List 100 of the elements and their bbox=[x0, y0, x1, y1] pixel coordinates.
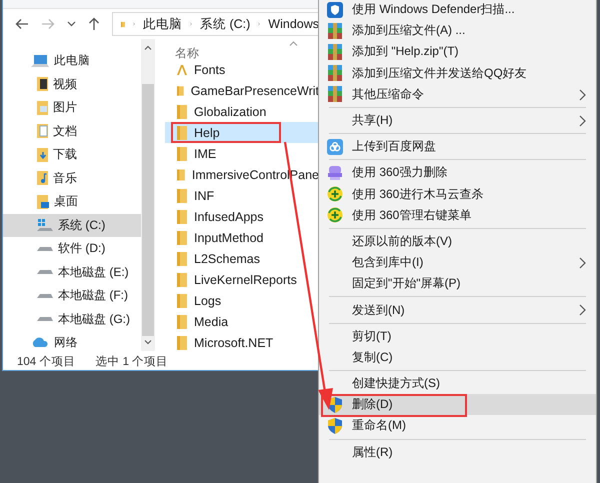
menu-item[interactable]: 使用 Windows Defender扫描... bbox=[319, 0, 596, 20]
menu-item[interactable]: 其他压缩命令 bbox=[319, 84, 596, 105]
nav-item[interactable]: 本地磁盘 (E:) bbox=[3, 260, 141, 284]
menu-item[interactable]: 添加到 "Help.zip"(T) bbox=[319, 41, 596, 63]
menu-item[interactable]: 属性(R) bbox=[319, 442, 596, 463]
menu-item[interactable]: 发送到(N) bbox=[319, 299, 596, 321]
network-icon bbox=[31, 337, 49, 348]
nav-item[interactable]: 软件 (D:) bbox=[3, 237, 141, 260]
scroll-up-icon[interactable] bbox=[144, 45, 152, 50]
chevron-right-icon bbox=[579, 257, 586, 270]
file-item[interactable]: Media bbox=[165, 311, 319, 332]
file-item[interactable]: Globalization bbox=[165, 101, 319, 122]
chevron-right-icon bbox=[258, 20, 260, 28]
nav-item[interactable]: 下载 bbox=[3, 143, 141, 166]
file-item[interactable]: GameBarPresenceWrit bbox=[165, 80, 319, 101]
picture-folder-icon bbox=[37, 100, 48, 115]
menu-item[interactable]: 包含到库中(I) bbox=[319, 252, 596, 274]
drive-icon bbox=[37, 292, 53, 299]
folder-icon bbox=[177, 126, 187, 140]
chevron-right-icon bbox=[579, 114, 586, 127]
folder-icon bbox=[177, 294, 187, 308]
chevron-right-icon bbox=[579, 304, 586, 316]
shield-icon bbox=[327, 2, 343, 18]
menu-item[interactable]: 上传到百度网盘 bbox=[319, 136, 596, 158]
file-item[interactable]: IME bbox=[165, 143, 319, 164]
menu-item[interactable]: 使用 360管理右键菜单 bbox=[319, 204, 596, 226]
breadcrumb-item[interactable]: Windows bbox=[268, 17, 319, 31]
up-arrow-icon[interactable] bbox=[88, 17, 100, 31]
menu-item[interactable]: 添加到压缩文件并发送给QQ好友 bbox=[319, 62, 596, 84]
scrollbar[interactable] bbox=[141, 39, 155, 351]
nav-item[interactable]: 本地磁盘 (G:) bbox=[3, 308, 141, 331]
chevron-right-icon bbox=[132, 20, 135, 28]
desktop-folder-icon bbox=[37, 194, 49, 209]
menu-item[interactable]: 删除(D) bbox=[319, 394, 596, 416]
file-item[interactable]: INF bbox=[165, 185, 319, 206]
scroll-down-icon[interactable] bbox=[144, 340, 152, 345]
back-arrow-icon[interactable] bbox=[15, 18, 29, 30]
nav-item[interactable]: 此电脑 bbox=[3, 49, 141, 72]
nav-item[interactable]: 系统 (C:) bbox=[3, 214, 141, 237]
sort-caret-icon bbox=[289, 41, 298, 46]
menu-item[interactable]: 复制(C) bbox=[319, 346, 596, 368]
music-folder-icon bbox=[37, 171, 48, 186]
file-item[interactable]: Microsoft.NET bbox=[165, 332, 319, 351]
menu-item[interactable]: 共享(H) bbox=[319, 110, 596, 132]
folder-icon bbox=[177, 210, 187, 224]
menu-item[interactable]: 创建快捷方式(S) bbox=[319, 373, 596, 394]
menu-item[interactable]: 使用 360进行木马云查杀 bbox=[319, 184, 596, 205]
cloud-icon bbox=[327, 138, 343, 155]
menu-item[interactable]: 添加到压缩文件(A) ... bbox=[319, 20, 596, 42]
folder-icon bbox=[177, 168, 185, 182]
plus-circle-icon bbox=[327, 207, 343, 224]
address-bar[interactable]: 此电脑 系统 (C:) Windows bbox=[112, 12, 319, 36]
drive-icon bbox=[37, 269, 53, 276]
nav-item[interactable]: 音乐 bbox=[3, 166, 141, 190]
font-icon bbox=[177, 64, 187, 74]
file-item[interactable]: InputMethod bbox=[165, 227, 319, 248]
download-folder-icon bbox=[37, 148, 48, 162]
folder-icon bbox=[177, 272, 187, 286]
folder-icon bbox=[177, 336, 187, 350]
nav-item[interactable]: 桌面 bbox=[3, 190, 141, 214]
nav-item[interactable]: 网络 bbox=[3, 331, 141, 351]
folder-icon bbox=[177, 84, 184, 98]
chevron-down-icon[interactable] bbox=[67, 21, 76, 27]
drive-icon bbox=[37, 316, 53, 322]
system-drive-icon bbox=[37, 218, 53, 232]
breadcrumb-item[interactable]: 系统 (C:) bbox=[200, 16, 250, 32]
archive-icon bbox=[328, 86, 342, 102]
file-item[interactable]: LiveKernelReports bbox=[165, 269, 319, 290]
drive-icon bbox=[37, 246, 53, 252]
nav-item[interactable]: 文档 bbox=[3, 120, 141, 143]
archive-icon bbox=[328, 65, 342, 82]
document-folder-icon bbox=[37, 124, 48, 138]
computer-icon bbox=[31, 54, 49, 68]
nav-item[interactable]: 本地磁盘 (F:) bbox=[3, 284, 141, 308]
folder-icon bbox=[177, 188, 187, 202]
chevron-right-icon bbox=[190, 20, 192, 28]
menu-item[interactable]: 重命名(M) bbox=[319, 415, 596, 437]
status-text: 104 个项目 bbox=[17, 354, 76, 368]
shield-icon bbox=[328, 418, 342, 434]
nav-item[interactable]: 图片 bbox=[3, 96, 141, 120]
folder-icon bbox=[177, 104, 187, 118]
shredder-icon bbox=[327, 164, 343, 181]
file-item[interactable]: L2Schemas bbox=[165, 248, 319, 269]
folder-icon bbox=[177, 146, 187, 160]
folder-icon bbox=[177, 252, 187, 266]
file-item[interactable]: InfusedApps bbox=[165, 206, 319, 227]
nav-item[interactable]: 视频 bbox=[3, 72, 141, 96]
file-item[interactable]: Help bbox=[165, 122, 319, 143]
menu-item[interactable]: 使用 360强力删除 bbox=[319, 162, 596, 184]
chevron-right-icon bbox=[579, 88, 586, 101]
archive-icon bbox=[328, 22, 342, 39]
menu-item[interactable]: 剪切(T) bbox=[319, 326, 596, 347]
folder-icon bbox=[177, 314, 187, 328]
folder-icon bbox=[177, 230, 187, 244]
breadcrumb-item[interactable]: 此电脑 bbox=[142, 16, 182, 32]
menu-item[interactable]: 还原以前的版本(V) bbox=[319, 230, 596, 252]
status-text: 选中 1 个项目 bbox=[95, 354, 168, 368]
film-folder-icon bbox=[37, 77, 48, 92]
file-item[interactable]: Logs bbox=[165, 290, 319, 311]
menu-item[interactable]: 固定到"开始"屏幕(P) bbox=[319, 273, 596, 294]
